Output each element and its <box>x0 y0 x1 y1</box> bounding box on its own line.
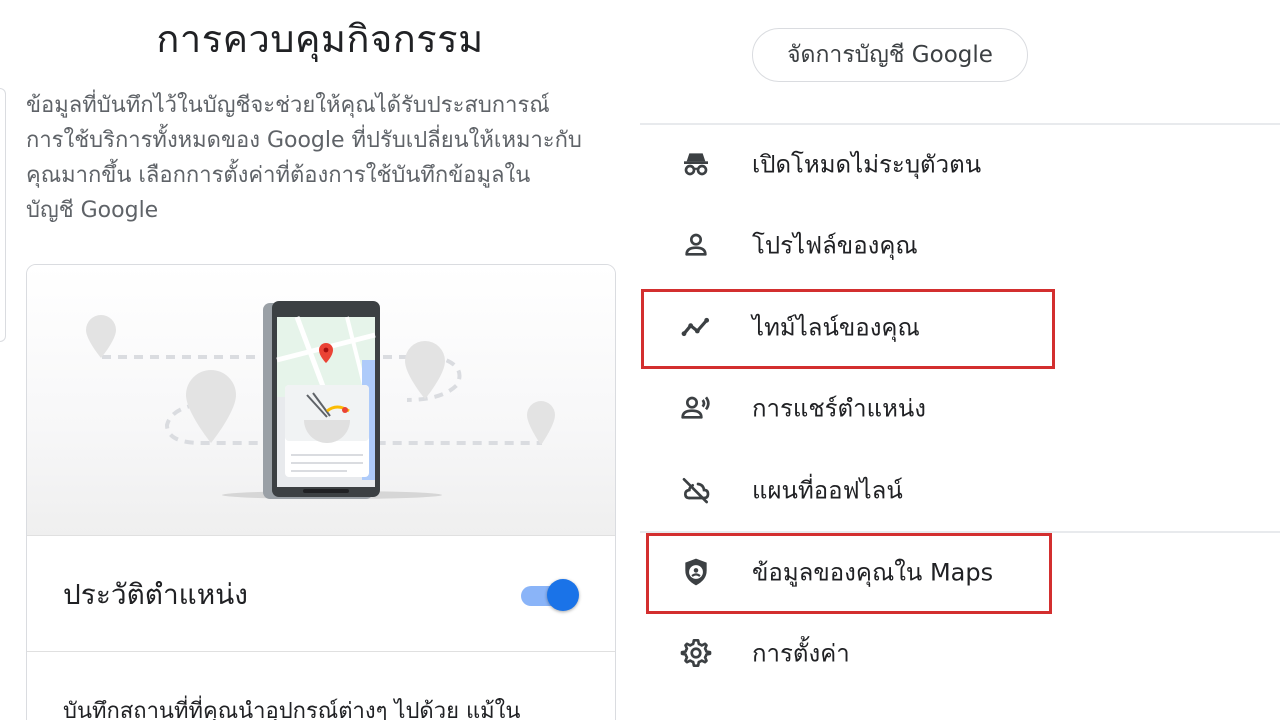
intro-line: ข้อมูลที่บันทึกไว้ในบัญชีจะช่วยให้คุณได้… <box>26 93 550 118</box>
intro-line: คุณมากขึ้น เลือกการตั้งค่าที่ต้องการใช้บ… <box>26 163 531 188</box>
intro-line: บัญชี Google <box>26 198 159 223</box>
grey-pin-icon <box>405 341 445 399</box>
incognito-icon <box>680 148 712 180</box>
manage-google-account-button[interactable]: จัดการบัญชี Google <box>752 28 1028 82</box>
menu-item-your-data-in-maps[interactable]: ข้อมูลของคุณใน Maps <box>640 532 1280 612</box>
menu-item-label: เปิดโหมดไม่ระบุตัวตน <box>752 150 982 179</box>
menu-item-offline-maps[interactable]: แผนที่ออฟไลน์ <box>640 450 1280 530</box>
menu-item-profile[interactable]: โปรไฟล์ของคุณ <box>640 205 1280 285</box>
activity-controls-panel: การควบคุมกิจกรรม ข้อมูลที่บันทึกไว้ในบัญ… <box>0 0 640 720</box>
page-title: การควบคุมกิจกรรม <box>156 17 484 61</box>
location-history-toggle[interactable] <box>521 577 579 613</box>
intro-text: ข้อมูลที่บันทึกไว้ในบัญชีจะช่วยให้คุณได้… <box>26 88 626 228</box>
toggle-thumb <box>547 579 579 611</box>
grey-pin-icon <box>186 370 236 443</box>
gear-icon <box>680 637 712 669</box>
menu-item-label: แผนที่ออฟไลน์ <box>752 476 903 505</box>
menu-item-label: การตั้งค่า <box>752 639 850 668</box>
location-history-description: บันทึกสถานที่ที่คุณนำอุปกรณ์ต่างๆ ไปด้วย… <box>63 699 521 720</box>
menu-item-label: โปรไฟล์ของคุณ <box>752 231 918 260</box>
illustration-svg <box>86 301 555 499</box>
menu-item-location-sharing[interactable]: การแชร์ตำแหน่ง <box>640 368 1280 448</box>
menu-item-label: การแชร์ตำแหน่ง <box>752 394 927 423</box>
grey-pin-icon <box>86 315 116 358</box>
previous-card-edge <box>0 88 6 342</box>
grey-pin-icon <box>527 401 555 445</box>
data-shield-icon <box>680 556 712 588</box>
card-divider <box>27 535 615 536</box>
menu-item-timeline[interactable]: ไทม์ไลน์ของคุณ <box>640 287 1280 367</box>
timeline-icon <box>680 311 712 343</box>
card-divider <box>27 651 615 652</box>
menu-item-incognito[interactable]: เปิดโหมดไม่ระบุตัวตน <box>640 124 1280 204</box>
maps-account-menu: จัดการบัญชี Google เปิดโหมดไม่ระบุตัวตน … <box>640 0 1280 720</box>
menu-item-label: ข้อมูลของคุณใน Maps <box>752 558 994 587</box>
person-icon <box>680 229 712 261</box>
phone-icon <box>263 301 380 499</box>
location-history-card: ประวัติตำแหน่ง บันทึกสถานที่ที่คุณนำอุปก… <box>26 264 616 720</box>
location-history-label: ประวัติตำแหน่ง <box>63 578 248 611</box>
offline-maps-icon <box>680 474 712 506</box>
intro-line: การใช้บริการทั้งหมดของ Google ที่ปรับเปล… <box>26 128 582 153</box>
phone-map-illustration <box>27 265 615 535</box>
location-sharing-icon <box>680 392 712 424</box>
menu-item-settings[interactable]: การตั้งค่า <box>640 613 1280 693</box>
menu-item-label: ไทม์ไลน์ของคุณ <box>752 313 920 342</box>
